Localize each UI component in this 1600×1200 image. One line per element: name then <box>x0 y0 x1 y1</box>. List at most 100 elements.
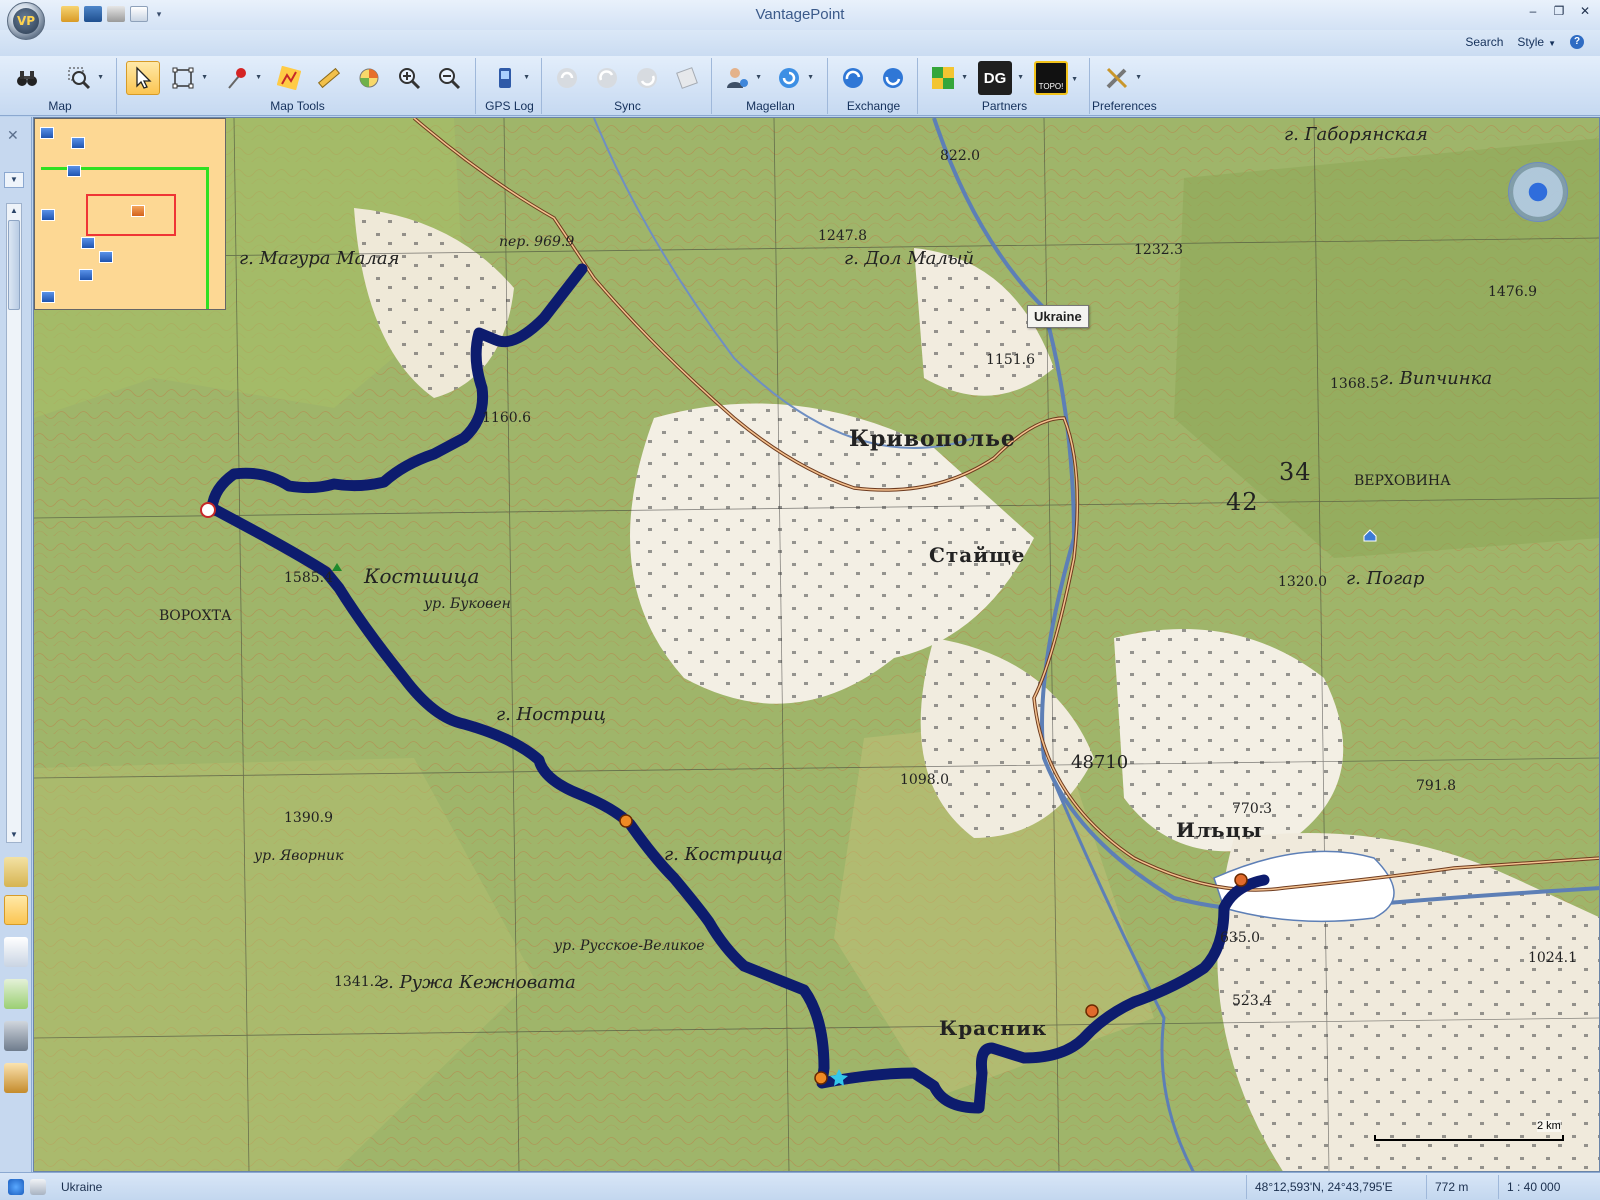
waypoint-tool-button[interactable]: ▼ <box>220 61 262 95</box>
chevron-down-icon: ▼ <box>1548 39 1556 48</box>
ribbon-tab-strip: Search Style ▼ ? <box>0 30 1600 56</box>
sync-download-icon <box>637 68 657 88</box>
map-label: г. Габорянская <box>1284 124 1428 145</box>
preferences-button[interactable]: ▼ <box>1100 61 1142 95</box>
overview-marker-icon <box>41 291 55 303</box>
ribbon-group-sync: Sync <box>544 58 712 114</box>
chevron-down-icon[interactable]: ▼ <box>807 74 814 81</box>
select-tool-button[interactable] <box>126 61 160 95</box>
overview-marker-icon <box>41 209 55 221</box>
grid-label: 48710 <box>1071 752 1129 773</box>
sync-document-icon <box>676 67 698 89</box>
app-menu-button[interactable]: VP <box>7 2 45 40</box>
find-button[interactable] <box>10 61 44 95</box>
topo-logo: TOPO! <box>1038 82 1064 91</box>
map-label: Красник <box>939 1016 1048 1040</box>
style-menu[interactable]: Style ▼ <box>1517 35 1556 49</box>
partner-maps-button[interactable]: ▼ <box>926 61 968 95</box>
monitor-icon[interactable] <box>30 1179 46 1195</box>
magellan-refresh-button[interactable]: ▼ <box>772 61 814 95</box>
scroll-up-icon[interactable]: ▲ <box>7 204 21 218</box>
overview-marker-icon <box>81 237 95 249</box>
overview-marker-icon <box>71 137 85 149</box>
chevron-down-icon[interactable]: ▼ <box>1135 74 1142 81</box>
sync-download-button[interactable] <box>630 61 664 95</box>
chevron-down-icon[interactable]: ▼ <box>201 74 208 81</box>
gps-log-button[interactable]: ▼ <box>488 61 530 95</box>
map-label: ур. Буковен <box>424 596 511 612</box>
map-label: ур. Яворник <box>254 848 344 864</box>
search-button[interactable]: Search <box>1465 35 1503 49</box>
scale-bar-label: 2 km <box>1537 1120 1561 1132</box>
style-label: Style <box>1517 35 1545 49</box>
exchange-upload-button[interactable] <box>876 61 910 95</box>
pass-label: пер. 969.9 <box>499 234 575 250</box>
side-panel: ✕ ▼ ▲ ▼ <box>0 117 32 1172</box>
elevation-label: 1160.6 <box>482 410 531 426</box>
elevation-label: 523.4 <box>1232 993 1273 1009</box>
sync-upload-icon <box>597 68 617 88</box>
exchange-download-button[interactable] <box>836 61 870 95</box>
elevation-label: 770.3 <box>1232 801 1273 817</box>
map-label: ВОРОХТА <box>159 608 232 624</box>
digitalglobe-button[interactable]: DG ▼ <box>978 61 1024 95</box>
close-button[interactable]: ✕ <box>1578 4 1592 18</box>
side-device-icon[interactable] <box>4 1021 28 1051</box>
chevron-down-icon[interactable]: ▼ <box>255 74 262 81</box>
side-photo-icon[interactable] <box>4 1063 28 1093</box>
route-tool-button[interactable] <box>272 61 306 95</box>
panel-dropdown-icon[interactable]: ▼ <box>4 172 24 188</box>
elevation-label: 1368.5 <box>1330 376 1379 392</box>
help-icon[interactable]: ? <box>1570 35 1584 49</box>
map-label: Стайще <box>929 543 1026 567</box>
side-book-icon[interactable] <box>4 937 28 967</box>
ribbon-group-preferences: ▼ Preferences <box>1092 58 1157 114</box>
chevron-down-icon[interactable]: ▼ <box>755 74 762 81</box>
side-routes-icon[interactable] <box>4 895 28 925</box>
zoom-in-button[interactable] <box>392 61 426 95</box>
navigation-globe-icon[interactable] <box>1508 162 1568 222</box>
overview-map[interactable] <box>34 118 226 310</box>
chevron-down-icon[interactable]: ▼ <box>1071 76 1078 83</box>
map-label: Костшица <box>364 564 480 588</box>
topo-button[interactable]: TOPO! ▼ <box>1034 61 1078 95</box>
scroll-down-icon[interactable]: ▼ <box>7 828 21 842</box>
overview-marker-icon <box>79 269 93 281</box>
side-panel-scrollbar[interactable]: ▲ ▼ <box>6 203 22 843</box>
ribbon-group-label: Preferences <box>1092 99 1157 113</box>
side-pencil-icon[interactable] <box>4 979 28 1009</box>
dg-logo: DG <box>983 69 1007 87</box>
overview-marker-icon <box>131 205 145 217</box>
chevron-down-icon[interactable]: ▼ <box>1017 74 1024 81</box>
chevron-down-icon[interactable]: ▼ <box>523 74 530 81</box>
magellan-account-button[interactable]: ▼ <box>720 61 762 95</box>
measure-tool-button[interactable] <box>312 61 346 95</box>
status-elevation: 772 m <box>1426 1175 1498 1199</box>
sync-button[interactable] <box>550 61 584 95</box>
sync-settings-button[interactable] <box>670 61 704 95</box>
zoom-window-button[interactable]: ▼ <box>62 61 104 95</box>
ribbon-group-exchange: Exchange <box>830 58 918 114</box>
map-label: ур. Русское-Великое <box>554 938 705 954</box>
draw-region-button[interactable]: ▼ <box>166 61 208 95</box>
binoculars-icon <box>17 71 37 86</box>
map-tooltip: Ukraine <box>1027 305 1089 328</box>
sun-moon-button[interactable] <box>352 61 386 95</box>
grid-label: 34 <box>1279 458 1312 486</box>
globe-icon[interactable] <box>8 1179 24 1195</box>
map-view[interactable]: г. Магура Малая г. Дол Малый г. Габорянс… <box>33 117 1600 1172</box>
chevron-down-icon[interactable]: ▼ <box>97 74 104 81</box>
map-label: Кривополье <box>849 426 1016 452</box>
scroll-thumb[interactable] <box>8 220 20 310</box>
restore-button[interactable]: ❐ <box>1552 4 1566 18</box>
minimize-button[interactable]: – <box>1526 4 1540 18</box>
status-scale: 1 : 40 000 <box>1498 1175 1600 1199</box>
side-maps-icon[interactable] <box>4 857 28 887</box>
exchange-up-icon <box>883 68 903 88</box>
sync-upload-button[interactable] <box>590 61 624 95</box>
topo-map-canvas <box>34 118 1599 1171</box>
user-icon <box>727 68 748 88</box>
chevron-down-icon[interactable]: ▼ <box>961 74 968 81</box>
zoom-out-button[interactable] <box>432 61 466 95</box>
close-icon[interactable]: ✕ <box>7 127 19 144</box>
